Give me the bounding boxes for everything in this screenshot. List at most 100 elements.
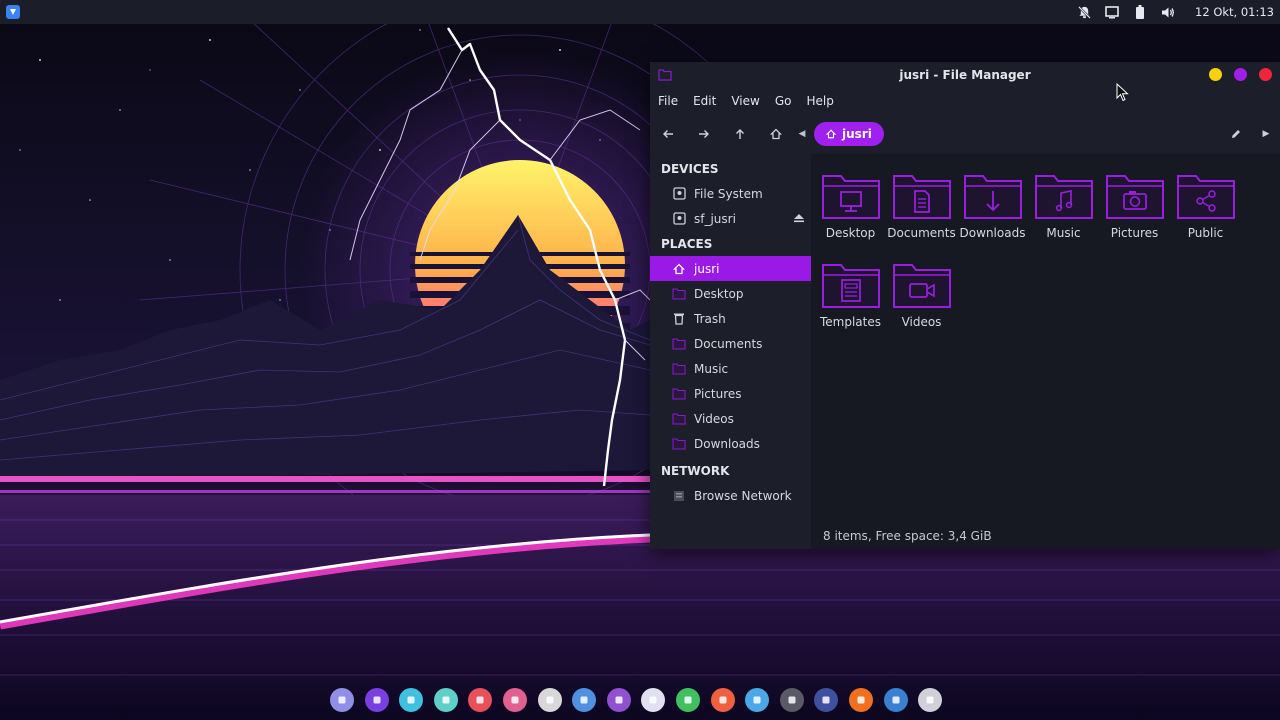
sidebar-item-label: File System <box>694 186 763 201</box>
notifications-off-icon[interactable] <box>1077 5 1091 19</box>
sidebar-item-pictures[interactable]: Pictures <box>650 381 811 406</box>
maximize-button[interactable] <box>1234 68 1247 81</box>
home-button[interactable] <box>758 120 794 148</box>
file-grid: Desktop Documents Downloads Music Pictur… <box>815 172 1255 350</box>
sidebar-item-label: Trash <box>694 311 726 326</box>
menu-file[interactable]: File <box>658 94 678 108</box>
file-view: Desktop Documents Downloads Music Pictur… <box>811 154 1280 549</box>
system-monitor-icon[interactable] <box>814 688 839 712</box>
sidebar-item-trash[interactable]: Trash <box>650 306 811 331</box>
forward-button[interactable] <box>686 120 722 148</box>
gamepad-icon[interactable] <box>433 688 458 712</box>
sidebar-item-file-system[interactable]: File System <box>650 181 811 206</box>
menu-edit[interactable]: Edit <box>693 94 716 108</box>
sidebar-item-music[interactable]: Music <box>650 356 811 381</box>
up-button[interactable] <box>722 120 758 148</box>
minimize-button[interactable] <box>1209 68 1222 81</box>
music-folder-icon <box>1034 175 1093 219</box>
sidebar-item-label: Music <box>694 361 729 376</box>
forward-arrow-icon <box>699 130 709 138</box>
back-button[interactable] <box>650 120 686 148</box>
status-bar: 8 items, Free space: 3,4 GiB <box>823 529 992 543</box>
places-header: PLACES <box>661 236 713 251</box>
pictures-folder-icon <box>1105 175 1164 219</box>
eject-icon[interactable] <box>793 212 805 224</box>
menu-go[interactable]: Go <box>775 94 792 108</box>
image-viewer-icon[interactable] <box>745 688 770 712</box>
sidebar-item-sf-jusri[interactable]: sf_jusri <box>650 206 811 231</box>
path-crumb-home[interactable]: jusri <box>814 122 884 146</box>
videos-folder-icon <box>892 264 951 308</box>
file-item-pictures[interactable]: Pictures <box>1099 172 1170 261</box>
document-icon[interactable] <box>641 688 666 712</box>
toggle-icon[interactable] <box>883 688 908 712</box>
window-title: jusri - File Manager <box>899 68 1031 82</box>
sidebar-item-label: Browse Network <box>694 488 792 503</box>
drive-icon <box>672 212 686 226</box>
sidebar-item-label: Desktop <box>694 286 744 301</box>
toolbar: ◀ jusri ▶ <box>650 114 1280 154</box>
close-button[interactable] <box>1259 68 1272 81</box>
cat-icon[interactable] <box>537 688 562 712</box>
home-icon <box>770 128 782 140</box>
sidebar-item-label: Pictures <box>694 386 742 401</box>
file-item-public[interactable]: Public <box>1170 172 1241 261</box>
menu-help[interactable]: Help <box>806 94 833 108</box>
file-item-music[interactable]: Music <box>1028 172 1099 261</box>
sidebar-item-jusri[interactable]: jusri <box>650 256 811 281</box>
download-manager-icon[interactable] <box>468 688 493 712</box>
titlebar[interactable]: jusri - File Manager <box>650 62 1280 88</box>
folder-icon <box>672 337 686 351</box>
menu-view[interactable]: View <box>731 94 759 108</box>
sidebar-item-label: Documents <box>694 336 763 351</box>
app-launcher-icon[interactable] <box>6 5 20 19</box>
moon-icon[interactable] <box>364 688 389 712</box>
chevron-right-button[interactable]: ▶ <box>1254 120 1278 148</box>
chat-icon[interactable] <box>502 688 527 712</box>
home-icon <box>826 129 836 139</box>
sidebar-item-documents[interactable]: Documents <box>650 331 811 356</box>
clock[interactable]: 12 Okt, 01:13 <box>1195 5 1274 19</box>
sidebar-item-browse-network[interactable]: Browse Network <box>650 483 811 508</box>
up-arrow-icon <box>736 129 744 139</box>
mail-icon[interactable] <box>399 688 424 712</box>
file-item-videos[interactable]: Videos <box>886 261 957 350</box>
file-item-label: Music <box>1046 226 1081 240</box>
file-manager-app-icon <box>658 69 672 81</box>
finder-icon[interactable] <box>572 688 597 712</box>
terminal-icon[interactable] <box>779 688 804 712</box>
app-grid-icon[interactable] <box>330 688 354 712</box>
firefox-icon[interactable] <box>848 688 873 712</box>
folder-icon <box>672 287 686 301</box>
file-item-label: Desktop <box>825 226 876 240</box>
settings-icon[interactable] <box>918 688 943 712</box>
sidebar-item-desktop[interactable]: Desktop <box>650 281 811 306</box>
top-panel: 12 Okt, 01:13 <box>0 0 1280 24</box>
edit-location-button[interactable] <box>1218 120 1254 148</box>
display-icon[interactable] <box>1105 5 1119 19</box>
documents-folder-icon <box>892 175 951 219</box>
menubar: File Edit View Go Help <box>650 88 1280 114</box>
file-item-templates[interactable]: Templates <box>815 261 886 350</box>
file-manager-window: jusri - File Manager File Edit View Go H… <box>650 62 1280 549</box>
file-item-documents[interactable]: Documents <box>886 172 957 261</box>
sidebar: DEVICES File System sf_jusri PLACES jusr… <box>650 154 811 549</box>
dock <box>330 684 943 716</box>
file-item-label: Public <box>1187 226 1224 240</box>
font-viewer-icon[interactable] <box>606 688 631 712</box>
file-item-label: Documents <box>887 226 956 240</box>
system-tray: 12 Okt, 01:13 <box>1077 5 1274 19</box>
desktop-folder-icon <box>821 175 880 219</box>
mouse-cursor-icon <box>1116 83 1129 102</box>
sidebar-item-downloads[interactable]: Downloads <box>650 431 811 456</box>
file-item-desktop[interactable]: Desktop <box>815 172 886 261</box>
presentation-icon[interactable] <box>710 688 735 712</box>
chevron-left-icon[interactable]: ◀ <box>794 129 810 139</box>
sidebar-item-videos[interactable]: Videos <box>650 406 811 431</box>
battery-icon[interactable] <box>1133 5 1147 19</box>
file-item-downloads[interactable]: Downloads <box>957 172 1028 261</box>
pencil-icon <box>1232 130 1240 138</box>
spreadsheet-icon[interactable] <box>675 688 700 712</box>
downloads-folder-icon <box>963 175 1022 219</box>
volume-icon[interactable] <box>1161 5 1175 19</box>
